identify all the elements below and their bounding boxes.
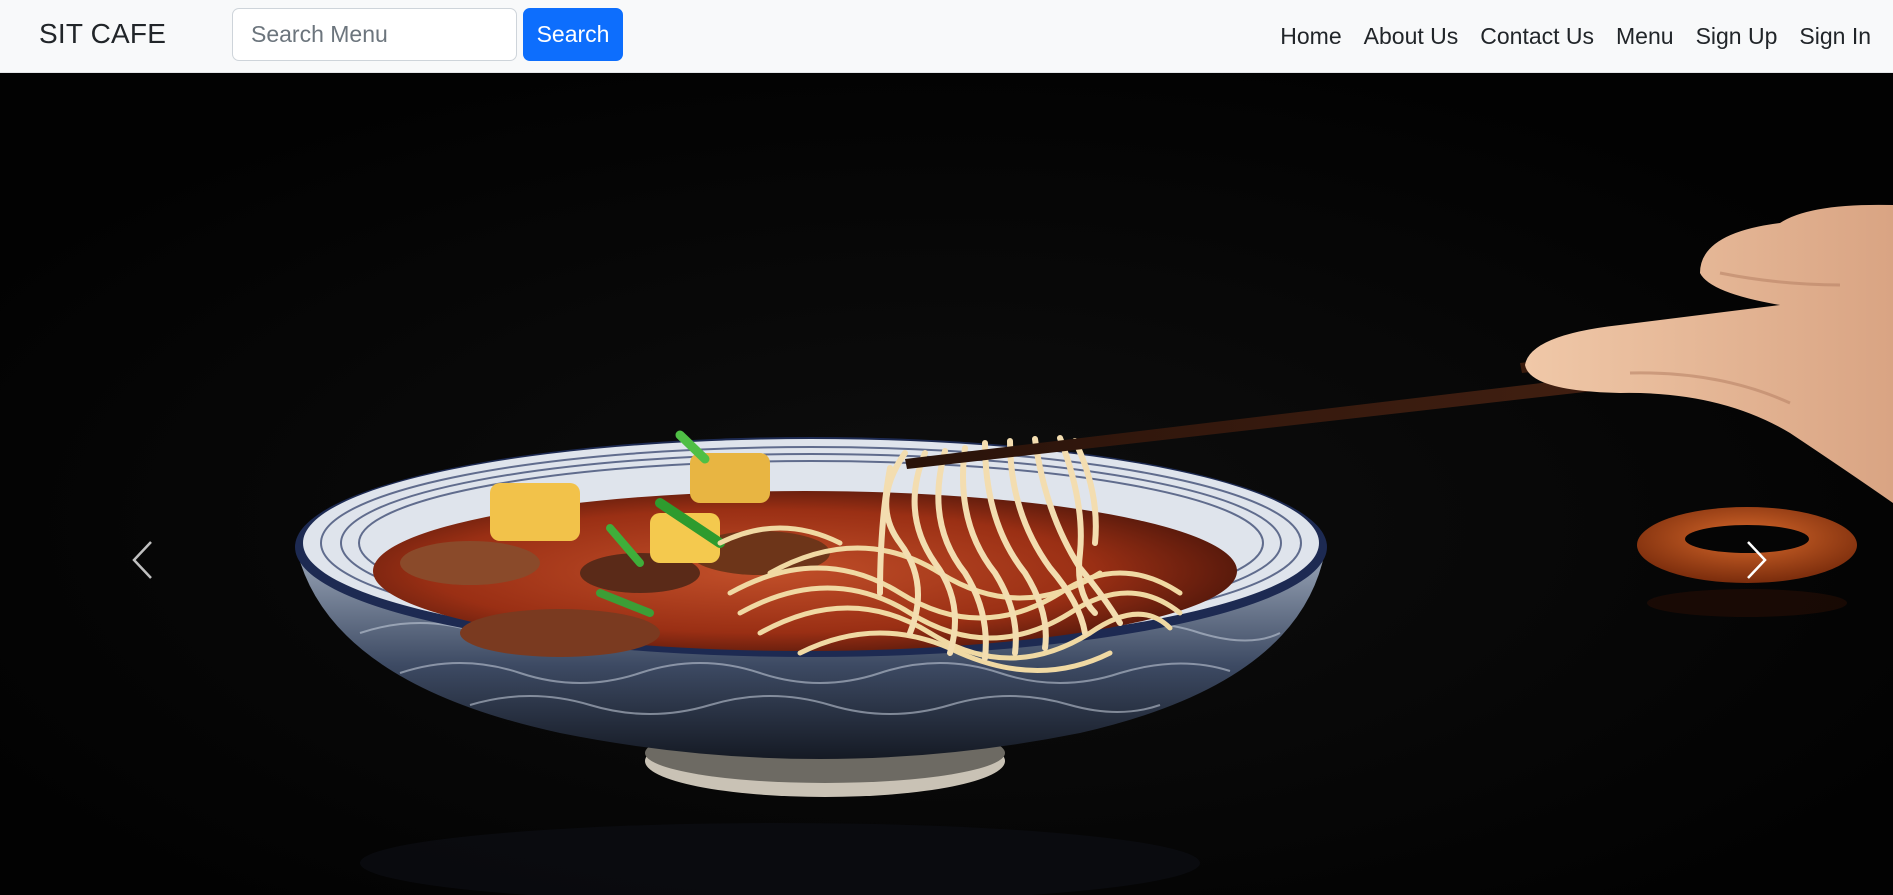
navbar: SIT CAFE Search Home About Us Contact Us…	[0, 0, 1893, 73]
nav-link-sign-up[interactable]: Sign Up	[1696, 23, 1778, 50]
nav-links: Home About Us Contact Us Menu Sign Up Si…	[1258, 0, 1871, 72]
chevron-right-icon	[1747, 541, 1767, 579]
search-input[interactable]	[232, 8, 517, 61]
carousel-prev-button[interactable]	[112, 520, 172, 600]
brand-logo[interactable]: SIT CAFE	[39, 18, 166, 50]
nav-link-about-us[interactable]: About Us	[1364, 23, 1459, 50]
nav-link-menu[interactable]: Menu	[1616, 23, 1674, 50]
chevron-left-icon	[132, 541, 152, 579]
nav-link-contact-us[interactable]: Contact Us	[1480, 23, 1594, 50]
nav-link-sign-in[interactable]: Sign In	[1799, 23, 1871, 50]
search-button[interactable]: Search	[523, 8, 623, 61]
hero-carousel	[0, 73, 1893, 895]
noodle-bowl-photo	[0, 73, 1893, 895]
carousel-next-button[interactable]	[1727, 520, 1787, 600]
nav-link-home[interactable]: Home	[1280, 23, 1341, 50]
